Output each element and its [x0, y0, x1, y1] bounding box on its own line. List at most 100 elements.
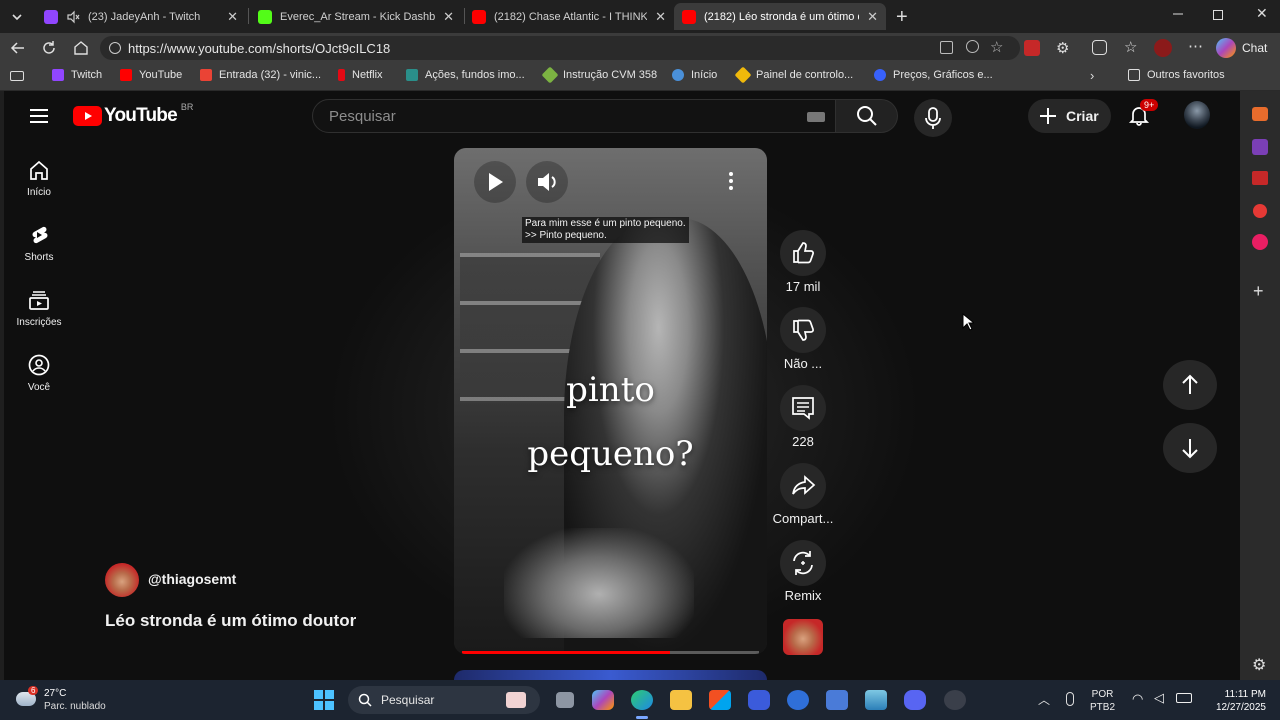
- tab-actions-icon[interactable]: [8, 8, 26, 26]
- microphone-tray-icon[interactable]: [1066, 692, 1074, 706]
- bookmark-painel[interactable]: Painel de controlo...: [734, 66, 853, 84]
- other-favorites-folder[interactable]: Outros favoritos: [1128, 69, 1225, 81]
- home-icon: [30, 160, 48, 180]
- short-title[interactable]: Léo stronda é um ótimo doutor: [105, 611, 356, 631]
- file-explorer-icon[interactable]: [670, 690, 692, 710]
- copilot-taskbar-icon[interactable]: [592, 690, 614, 710]
- shopping-icon[interactable]: [1252, 107, 1268, 121]
- collections-icon[interactable]: [10, 71, 24, 81]
- bookmark-twitch[interactable]: Twitch: [52, 69, 102, 81]
- menu-icon[interactable]: [29, 108, 49, 124]
- tab-leo-stronda[interactable]: (2182) Léo stronda é um ótimo do ✕: [674, 3, 886, 30]
- next-short-button[interactable]: [1163, 423, 1217, 473]
- bookmark-precos[interactable]: Preços, Gráficos e...: [874, 69, 993, 81]
- weather-widget[interactable]: 6 27°C Parc. nublado: [14, 686, 134, 716]
- site-info-icon[interactable]: [109, 42, 121, 54]
- edge-icon[interactable]: [631, 690, 653, 710]
- favorite-star-icon[interactable]: ☆: [990, 38, 1003, 56]
- close-tab-icon[interactable]: ✕: [867, 9, 878, 25]
- muted-speaker-icon[interactable]: [66, 10, 80, 24]
- more-options-icon[interactable]: [726, 170, 736, 192]
- extensions-puzzle-icon[interactable]: ⚙: [1056, 39, 1069, 57]
- bookmark-gmail[interactable]: Entrada (32) - vinic...: [200, 69, 321, 81]
- remix-button[interactable]: [780, 540, 826, 586]
- comment-icon: [792, 397, 814, 420]
- add-side-app-icon[interactable]: +: [1253, 281, 1264, 302]
- share-button[interactable]: [780, 463, 826, 509]
- home-icon[interactable]: [72, 39, 90, 57]
- tab-chase-atlantic[interactable]: (2182) Chase Atlantic - I THINK I'M ✕: [464, 3, 674, 30]
- start-button[interactable]: [314, 690, 334, 710]
- tab-kick[interactable]: Everec_Ar Stream - Kick Dashboard ✕: [250, 3, 462, 30]
- account-avatar[interactable]: [1184, 101, 1210, 129]
- extension-icon[interactable]: [1024, 40, 1040, 56]
- url-bar[interactable]: https://www.youtube.com/shorts/OJct9cILC…: [100, 36, 1020, 60]
- language-indicator[interactable]: POR PTB2: [1090, 688, 1115, 714]
- bookmark-youtube[interactable]: YouTube: [120, 69, 182, 81]
- reload-icon[interactable]: [40, 39, 58, 57]
- sidebar-item-voce[interactable]: Você: [4, 354, 74, 393]
- close-tab-icon[interactable]: ✕: [227, 9, 238, 25]
- clock[interactable]: 11:11 PM 12/27/2025: [1204, 688, 1266, 714]
- shopping-s-icon[interactable]: [1252, 234, 1268, 250]
- store-icon[interactable]: [709, 690, 731, 710]
- youtube-side-icon[interactable]: [1253, 204, 1267, 218]
- keyboard-icon[interactable]: [807, 112, 825, 122]
- restore-icon[interactable]: [1213, 10, 1223, 20]
- photos-icon[interactable]: [826, 690, 848, 710]
- app-circle-icon[interactable]: [787, 690, 809, 710]
- notifications-button[interactable]: 9+: [1128, 99, 1159, 130]
- browser-essentials-icon[interactable]: [1092, 40, 1107, 55]
- profile-avatar[interactable]: [1154, 39, 1172, 57]
- battery-icon[interactable]: [1176, 693, 1192, 703]
- discord-icon[interactable]: [904, 690, 926, 710]
- channel-avatar[interactable]: [105, 563, 139, 597]
- app-available-icon[interactable]: [940, 41, 953, 54]
- search-input[interactable]: Pesquisar: [312, 99, 836, 133]
- settings-icon[interactable]: ⚙: [1252, 655, 1266, 675]
- channel-handle[interactable]: @thiagosemt: [148, 571, 236, 587]
- sidebar-item-inscricoes[interactable]: Inscrições: [4, 289, 74, 328]
- back-icon[interactable]: [9, 39, 27, 57]
- bookmark-inicio[interactable]: Início: [672, 69, 717, 81]
- play-button[interactable]: [474, 161, 516, 203]
- close-window-icon[interactable]: ✕: [1256, 5, 1268, 22]
- show-hidden-icons[interactable]: ︿: [1038, 691, 1050, 708]
- bookmark-netflix[interactable]: Netflix: [338, 69, 383, 81]
- new-tab-icon[interactable]: +: [896, 6, 908, 29]
- search-button[interactable]: [836, 99, 898, 133]
- zoom-icon[interactable]: [966, 40, 979, 53]
- favorites-icon[interactable]: ☆: [1124, 38, 1137, 56]
- bookmark-cvm[interactable]: Instrução CVM 358: [541, 66, 657, 84]
- bookmark-acoes[interactable]: Ações, fundos imo...: [406, 69, 525, 81]
- volume-button[interactable]: [526, 161, 568, 203]
- voice-search-button[interactable]: [914, 99, 952, 137]
- map-app-icon[interactable]: [865, 690, 887, 710]
- progress-track[interactable]: [462, 651, 759, 654]
- sidebar-item-inicio[interactable]: Início: [4, 159, 74, 198]
- games-icon[interactable]: [1252, 171, 1268, 185]
- dislike-button[interactable]: [780, 307, 826, 353]
- sound-source-thumbnail[interactable]: [783, 619, 823, 655]
- app-alert-icon[interactable]: [944, 690, 966, 710]
- more-bookmarks-chevron-icon[interactable]: ›: [1090, 68, 1094, 83]
- more-menu-icon[interactable]: ⋯: [1188, 37, 1203, 55]
- youtube-logo[interactable]: YouTube BR: [73, 102, 193, 127]
- onenote-icon[interactable]: [1252, 139, 1268, 155]
- taskbar-search[interactable]: Pesquisar: [348, 686, 540, 714]
- comments-button[interactable]: [780, 385, 826, 431]
- app-blue-icon[interactable]: [748, 690, 770, 710]
- task-view-icon[interactable]: [556, 692, 574, 708]
- wifi-icon[interactable]: ◠: [1132, 691, 1143, 707]
- short-video-player[interactable]: Para mim esse é um pinto pequeno. >> Pin…: [454, 148, 767, 654]
- sidebar-item-shorts[interactable]: Shorts: [4, 224, 74, 263]
- minimize-icon[interactable]: [1172, 8, 1184, 20]
- speaker-icon[interactable]: ◁: [1154, 690, 1164, 706]
- tab-twitch[interactable]: (23) JadeyAnh - Twitch ✕: [36, 3, 246, 30]
- copilot-chat-button[interactable]: Chat: [1216, 36, 1267, 60]
- like-button[interactable]: [780, 230, 826, 276]
- previous-short-button[interactable]: [1163, 360, 1217, 410]
- close-tab-icon[interactable]: ✕: [655, 9, 666, 25]
- create-button[interactable]: Criar: [1028, 99, 1111, 133]
- close-tab-icon[interactable]: ✕: [443, 9, 454, 25]
